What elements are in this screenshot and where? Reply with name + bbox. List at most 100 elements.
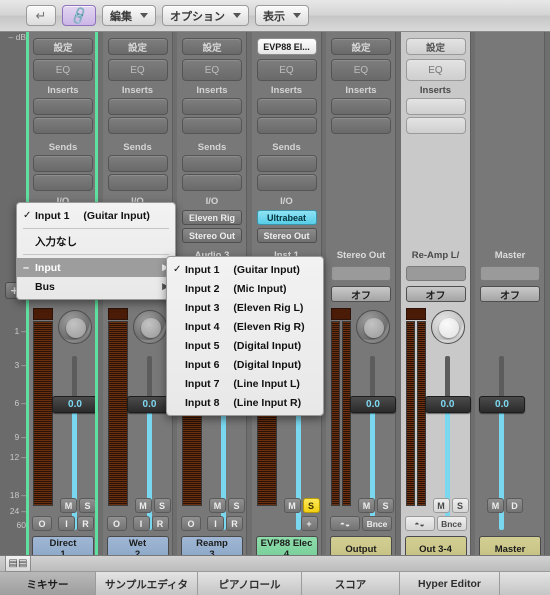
insert-slot[interactable]: . <box>331 117 391 134</box>
mute-button[interactable]: M <box>283 498 301 513</box>
mute-button[interactable]: M <box>432 498 450 513</box>
menu-edit[interactable]: 編集 <box>102 5 156 26</box>
stereo-link-button[interactable]: ◓◒ <box>404 516 435 531</box>
solo-button[interactable]: S <box>377 498 394 513</box>
record-button[interactable]: R <box>151 516 169 531</box>
mute-button[interactable]: M <box>60 498 77 513</box>
settings-button[interactable]: 設定 <box>107 38 168 55</box>
record-button[interactable]: R <box>77 516 94 531</box>
list-view-icon[interactable]: ▤▤ <box>5 556 31 572</box>
send-slot[interactable]: . <box>107 174 168 191</box>
menu-item[interactable]: Bus ▶ <box>17 277 175 296</box>
insert-slot[interactable]: . <box>182 117 242 134</box>
settings-button[interactable]: 設定 <box>405 38 466 55</box>
menu-item[interactable]: Input 7 (Line Input L) <box>167 374 323 393</box>
send-slot[interactable]: . <box>256 174 317 191</box>
eq-button[interactable]: EQ <box>256 59 317 81</box>
pan-knob[interactable] <box>430 310 465 344</box>
insert-slot[interactable]: . <box>33 117 93 134</box>
eq-button[interactable]: EQ <box>33 59 93 81</box>
insert-slot[interactable]: . <box>256 98 317 115</box>
menu-item[interactable]: – Input ▶ <box>17 258 175 277</box>
send-slot[interactable]: . <box>256 155 317 172</box>
send-slot[interactable]: . <box>182 174 242 191</box>
editor-tab[interactable]: サンプルエディタ <box>96 572 198 595</box>
undo-arrow-icon-button[interactable]: ↵ <box>26 5 56 26</box>
editor-tab[interactable]: Hyper Editor <box>400 572 500 595</box>
automation-off-button[interactable]: オフ <box>405 286 466 302</box>
menu-item[interactable]: Input 4 (Eleven Rig R) <box>167 317 323 336</box>
input-monitor-button[interactable]: I <box>58 516 75 531</box>
menu-item[interactable]: Input 2 (Mic Input) <box>167 279 323 298</box>
record-enable-button[interactable]: O <box>32 516 52 531</box>
input-monitor-button[interactable]: I <box>132 516 150 531</box>
pan-knob[interactable] <box>58 310 92 344</box>
menu-item[interactable]: ✓ Input 1 (Guitar Input) <box>17 206 175 225</box>
menu-item[interactable]: Input 5 (Digital Input) <box>167 336 323 355</box>
send-slot[interactable]: . <box>107 155 168 172</box>
insert-slot[interactable]: . <box>182 98 242 115</box>
track-name-box[interactable]: Reamp 3 <box>181 536 243 555</box>
insert-slot[interactable]: . <box>33 98 93 115</box>
channel-strip[interactable]: 設定 EQ Inserts.. Re-Amp L/. オフ 0.0 MS ◓◒Bnce Out… <box>400 32 471 555</box>
output-slot[interactable]: Stereo Out <box>182 228 242 243</box>
channel-strip[interactable]: 設定 EQ Inserts.. Stereo Out. オフ 0.0 MS ◓◒Bnce Ou… <box>326 32 396 555</box>
solo-button[interactable]: S <box>451 498 469 513</box>
record-enable-button[interactable]: O <box>106 516 127 531</box>
mute-button[interactable]: M <box>358 498 375 513</box>
pan-knob[interactable] <box>132 310 167 344</box>
send-slot[interactable]: . <box>33 155 93 172</box>
peak-display[interactable] <box>33 308 53 320</box>
solo-button[interactable]: S <box>302 498 320 513</box>
editor-tab[interactable]: ピアノロール <box>198 572 302 595</box>
editor-tab[interactable]: ミキサー <box>0 572 96 595</box>
menu-view[interactable]: 表示 <box>255 5 309 26</box>
eq-button[interactable]: EQ <box>405 59 466 81</box>
track-name-box[interactable]: Out 3-4 <box>404 536 467 555</box>
track-name-box[interactable]: Output <box>330 536 392 555</box>
insert-slot[interactable]: . <box>405 117 466 134</box>
menu-options[interactable]: オプション <box>162 5 249 26</box>
bounce-button[interactable]: Bnce <box>362 516 392 531</box>
send-slot[interactable]: . <box>182 155 242 172</box>
eq-button[interactable]: EQ <box>107 59 168 81</box>
insert-slot[interactable]: . <box>256 117 317 134</box>
settings-button[interactable]: 設定 <box>331 38 391 55</box>
menu-item[interactable]: Input 3 (Eleven Rig L) <box>167 298 323 317</box>
pan-knob[interactable] <box>356 310 390 344</box>
volume-value[interactable]: 0.0 <box>350 396 396 413</box>
input-submenu[interactable]: ✓ Input 1 (Guitar Input) Input 2 (Mic In… <box>166 256 324 416</box>
peak-display[interactable] <box>107 308 128 320</box>
input-slot[interactable]: Eleven Rig <box>182 210 242 225</box>
send-slot[interactable]: . <box>33 174 93 191</box>
solo-button[interactable]: S <box>153 498 171 513</box>
track-name-box[interactable]: Direct 1 <box>32 536 94 555</box>
mute-button[interactable]: M <box>209 498 226 513</box>
volume-value[interactable]: 0.0 <box>424 396 471 413</box>
mute-button[interactable]: M <box>487 498 504 513</box>
stereo-link-button[interactable]: ◓◒ <box>330 516 360 531</box>
link-toggle-button[interactable]: 🔗 <box>62 5 96 26</box>
insert-slot[interactable]: . <box>331 98 391 115</box>
track-name-box[interactable]: Master <box>479 536 541 555</box>
record-enable-button[interactable]: O <box>181 516 201 531</box>
volume-value[interactable]: 0.0 <box>52 396 98 413</box>
editor-tab[interactable]: スコア <box>302 572 400 595</box>
automation-off-button[interactable]: オフ <box>480 286 540 302</box>
track-name-box[interactable]: Wet 2 <box>106 536 169 555</box>
record-button[interactable]: R <box>226 516 243 531</box>
instrument-slot[interactable]: Ultrabeat <box>256 210 317 225</box>
automation-off-button[interactable]: オフ <box>331 286 391 302</box>
menu-item[interactable]: Input 6 (Digital Input) <box>167 355 323 374</box>
eq-button[interactable]: EQ <box>182 59 242 81</box>
menu-item[interactable]: ✓ Input 1 (Guitar Input) <box>167 260 323 279</box>
peak-display[interactable] <box>405 308 426 320</box>
track-name-box[interactable]: EVP88 Elec 4 <box>255 536 318 555</box>
input-monitor-button[interactable]: I <box>207 516 224 531</box>
output-field[interactable]: . <box>405 266 466 281</box>
settings-button[interactable]: EVP88 El... <box>256 38 317 55</box>
add-button[interactable]: + <box>300 516 318 531</box>
channel-strip[interactable]: Master. オフ 0.0 MD Master <box>475 32 545 555</box>
settings-button[interactable]: 設定 <box>33 38 93 55</box>
bounce-button[interactable]: Bnce <box>436 516 467 531</box>
